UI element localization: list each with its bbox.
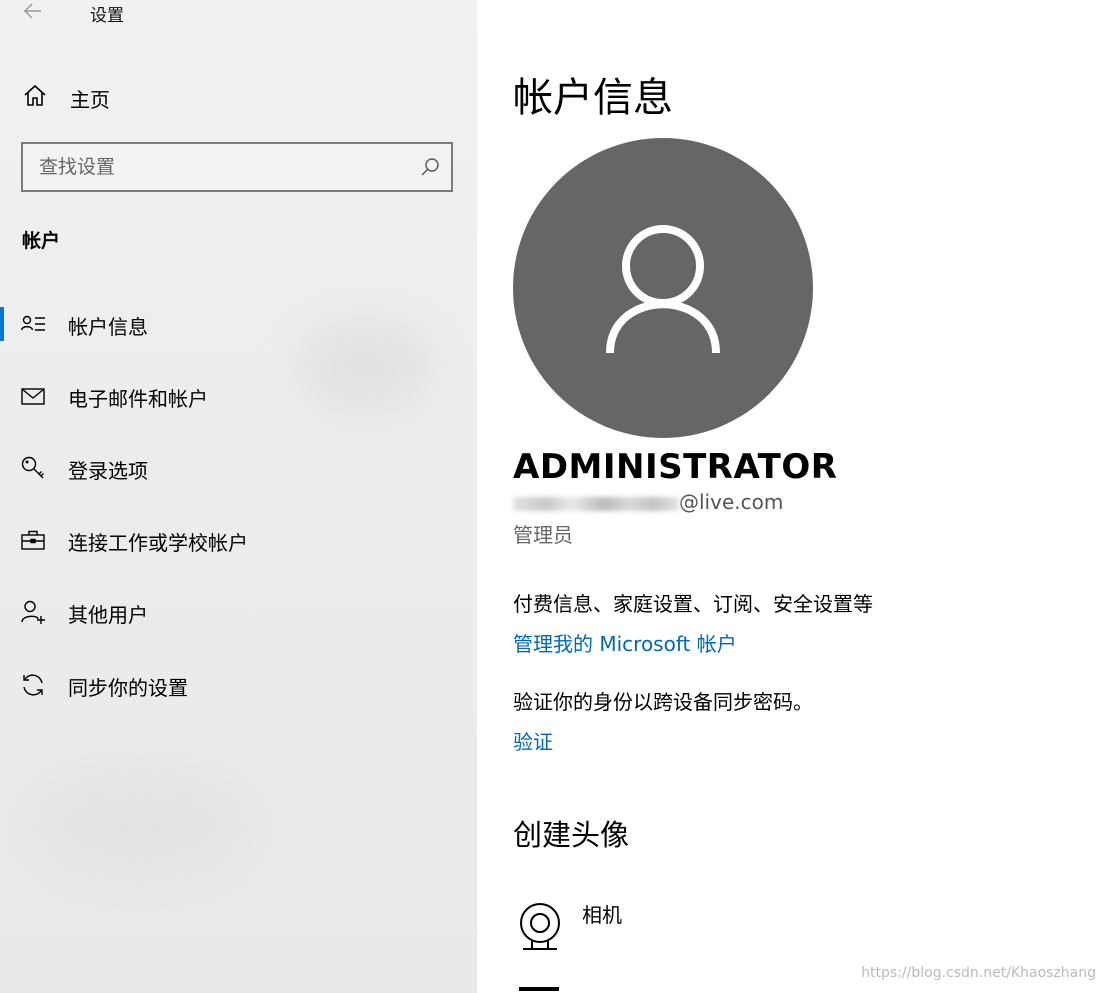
verify-link[interactable]: 验证 <box>513 726 553 755</box>
partial-option-icon <box>519 987 559 991</box>
nav-item-sync-settings[interactable]: 同步你的设置 <box>0 663 477 707</box>
nav-item-sign-in-options[interactable]: 登录选项 <box>0 446 477 490</box>
camera-label: 相机 <box>582 903 622 927</box>
email-domain: @live.com <box>679 490 784 514</box>
account-info-icon <box>20 315 45 331</box>
briefcase-icon <box>21 530 45 550</box>
sidebar: 设置 主页 帐户 帐户信息 电子邮件和帐户 <box>0 0 477 993</box>
nav-item-label: 电子邮件和帐户 <box>68 387 208 411</box>
nav-item-label: 其他用户 <box>68 603 148 627</box>
nav-item-label: 同步你的设置 <box>68 676 188 700</box>
nav-item-account-info[interactable]: 帐户信息 <box>0 302 477 346</box>
back-arrow-icon[interactable] <box>22 0 44 22</box>
app-title: 设置 <box>90 6 124 26</box>
home-label: 主页 <box>70 88 110 112</box>
user-name: ADMINISTRATOR <box>513 447 838 487</box>
verify-identity-text: 验证你的身份以跨设备同步密码。 <box>513 690 813 714</box>
camera-option[interactable]: 相机 <box>513 895 813 955</box>
user-role: 管理员 <box>513 523 573 547</box>
nav-item-email-accounts[interactable]: 电子邮件和帐户 <box>0 374 477 418</box>
create-avatar-heading: 创建头像 <box>513 818 630 852</box>
main-content: 帐户信息 ADMINISTRATOR @live.com 管理员 付费信息、家庭… <box>477 0 1104 993</box>
mail-icon <box>21 388 45 405</box>
search-box[interactable] <box>21 142 453 192</box>
key-icon <box>21 456 44 479</box>
avatar <box>513 138 813 438</box>
nav-item-label: 帐户信息 <box>68 315 148 339</box>
manage-microsoft-account-link[interactable]: 管理我的 Microsoft 帐户 <box>513 628 737 657</box>
nav-item-work-school[interactable]: 连接工作或学校帐户 <box>0 518 477 562</box>
nav-item-label: 连接工作或学校帐户 <box>68 531 248 555</box>
billing-info-text: 付费信息、家庭设置、订阅、安全设置等 <box>513 592 873 616</box>
home-nav-item[interactable]: 主页 <box>0 76 477 116</box>
home-icon <box>24 85 46 106</box>
partial-option-row[interactable] <box>513 985 813 993</box>
nav-item-other-users[interactable]: 其他用户 <box>0 590 477 634</box>
nav-item-label: 登录选项 <box>68 459 148 483</box>
watermark: https://blog.csdn.net/Khaoszhang <box>861 965 1096 981</box>
sync-icon <box>23 674 43 696</box>
search-icon[interactable] <box>419 156 441 178</box>
user-silhouette-icon <box>606 225 720 354</box>
email-redaction <box>513 496 679 511</box>
section-title: 帐户 <box>22 230 61 252</box>
search-input[interactable] <box>23 144 419 190</box>
page-title: 帐户信息 <box>513 75 673 121</box>
add-person-icon <box>21 600 45 624</box>
camera-icon <box>520 903 560 950</box>
user-email: @live.com <box>513 490 783 516</box>
